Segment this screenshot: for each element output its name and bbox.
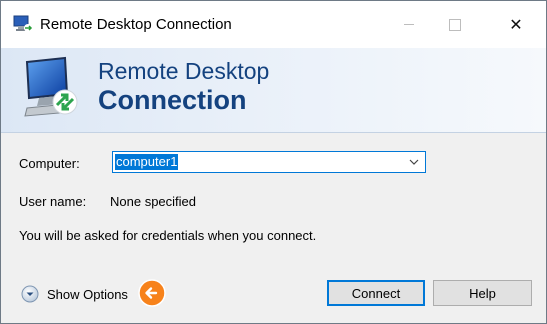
computer-combobox[interactable]: computer1 <box>112 151 426 173</box>
computer-input[interactable]: computer1 <box>115 154 179 170</box>
title-bar[interactable]: Remote Desktop Connection ✕ <box>1 1 546 48</box>
help-button[interactable]: Help <box>433 280 532 306</box>
show-options-label[interactable]: Show Options <box>47 287 128 302</box>
minimize-button[interactable] <box>386 1 432 48</box>
connect-button[interactable]: Connect <box>327 280 425 306</box>
maximize-icon <box>449 18 461 31</box>
expand-circle-icon[interactable] <box>21 285 39 303</box>
rdc-window: Remote Desktop Connection ✕ Remote Deskt… <box>0 0 547 324</box>
remote-desktop-icon <box>13 15 33 32</box>
arrow-left-hint-icon <box>138 279 166 307</box>
window-title: Remote Desktop Connection <box>40 16 232 33</box>
credentials-info-text: You will be asked for credentials when y… <box>19 228 317 243</box>
username-label: User name: <box>19 194 87 209</box>
chevron-down-icon[interactable] <box>409 158 419 166</box>
close-icon: ✕ <box>509 16 523 34</box>
banner-title-line2: Connection <box>98 85 247 115</box>
close-button[interactable]: ✕ <box>493 1 539 48</box>
remote-desktop-logo-icon <box>24 56 78 117</box>
maximize-button[interactable] <box>432 1 478 48</box>
username-value: None specified <box>110 194 196 209</box>
show-options-button[interactable]: Show Options <box>21 283 128 305</box>
computer-label: Computer: <box>19 156 80 171</box>
banner-title-line1: Remote Desktop <box>98 58 270 84</box>
minimize-icon <box>404 24 414 25</box>
header-banner: Remote Desktop Connection <box>1 48 546 133</box>
